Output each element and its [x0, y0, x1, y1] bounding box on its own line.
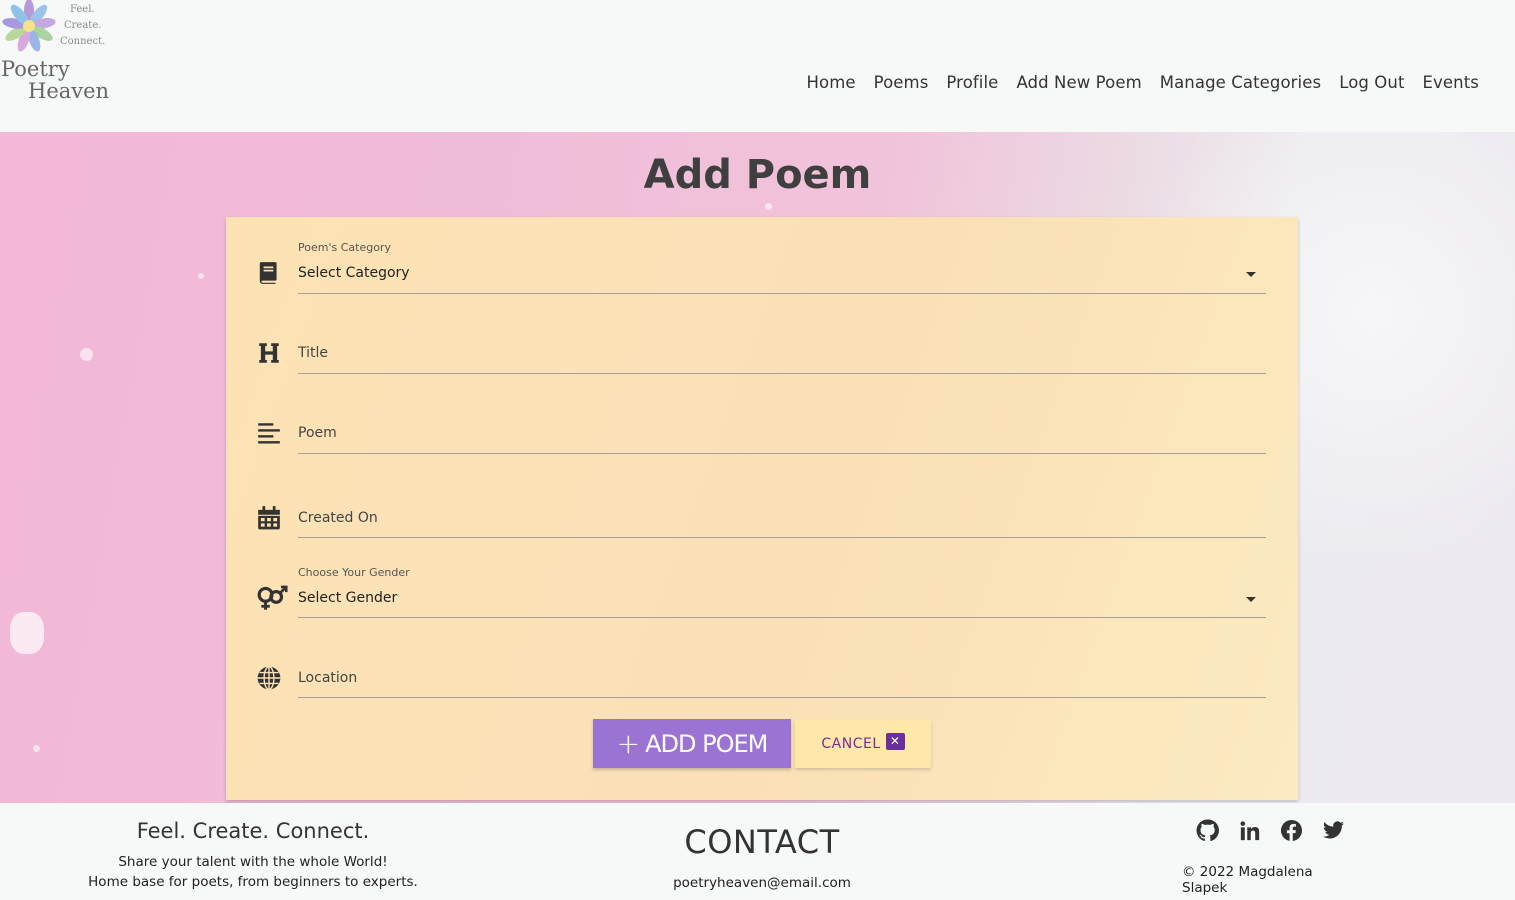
gender-icon [257, 585, 288, 610]
header: Feel. Create. Connect. Poetry Heaven Hom… [0, 0, 1515, 132]
contact-heading: CONTACT [684, 823, 840, 861]
nav-manage-categories[interactable]: Manage Categories [1160, 73, 1321, 92]
add-poem-label: ADD POEM [645, 729, 768, 758]
title-field[interactable]: Title [298, 317, 1266, 375]
align-left-icon [258, 423, 280, 444]
page-title: Add Poem [643, 152, 872, 198]
footer: Feel. Create. Connect. Share your talent… [0, 803, 1515, 900]
main-nav: Home Poems Profile Add New Poem Manage C… [789, 73, 1480, 92]
chevron-down-icon [1246, 272, 1256, 277]
cancel-label: CANCEL [821, 735, 881, 752]
flower-logo-icon [2, 0, 56, 52]
logo-title-heaven: Heaven [28, 79, 110, 103]
nav-events[interactable]: Events [1423, 73, 1479, 92]
background-dot [80, 348, 93, 361]
gender-label: Choose Your Gender [298, 566, 410, 579]
footer-description: Share your talent with the whole World! … [80, 852, 426, 892]
logo[interactable]: Feel. Create. Connect. Poetry Heaven [0, 0, 120, 110]
calendar-icon [258, 506, 280, 530]
background-dot [33, 745, 40, 752]
nav-log-out[interactable]: Log Out [1339, 73, 1404, 92]
background-dot [765, 203, 772, 210]
plus-icon: + [616, 727, 640, 760]
nav-add-new-poem[interactable]: Add New Poem [1016, 73, 1141, 92]
poem-field[interactable]: Poem [298, 397, 1266, 455]
category-label: Poem's Category [298, 241, 391, 254]
facebook-icon[interactable] [1278, 817, 1305, 844]
book-icon [259, 262, 277, 284]
footer-slogan: Feel. Create. Connect. [136, 819, 370, 843]
poem-placeholder: Poem [298, 425, 337, 441]
logo-tagline-connect: Connect. [60, 36, 106, 47]
copyright-text: © 2022 Magdalena Slapek [1182, 864, 1313, 896]
category-select[interactable]: Poem's Category Select Category [298, 237, 1266, 295]
nav-home[interactable]: Home [807, 73, 856, 92]
location-placeholder: Location [298, 670, 358, 686]
globe-icon [257, 665, 281, 691]
add-poem-button[interactable]: + ADD POEM [593, 719, 791, 768]
location-field[interactable]: Location [298, 642, 1266, 700]
main-content: Add Poem Poem's Category Select Category… [0, 132, 1515, 803]
footer-line-2: Home base for poets, from beginners to e… [88, 874, 418, 890]
background-petal [10, 612, 44, 654]
logo-tagline-create: Create. [64, 20, 102, 31]
close-icon: ✕ [885, 732, 905, 750]
footer-about: Feel. Create. Connect. Share your talent… [80, 819, 426, 892]
footer-contact: CONTACT poetryheaven@email.com [600, 823, 924, 891]
nav-profile[interactable]: Profile [946, 73, 998, 92]
footer-social: © 2022 Magdalena Slapek [1180, 817, 1360, 896]
category-value: Select Category [298, 265, 410, 281]
chevron-down-icon [1246, 597, 1256, 602]
title-placeholder: Title [298, 345, 329, 361]
logo-tagline-feel: Feel. [70, 4, 95, 15]
heading-icon [259, 343, 279, 363]
github-icon[interactable] [1194, 817, 1221, 844]
add-poem-form: Poem's Category Select Category Title Po… [226, 217, 1298, 800]
cancel-button[interactable]: CANCEL ✕ [795, 719, 931, 768]
created-on-field[interactable]: Created On [298, 482, 1266, 540]
gender-select[interactable]: Choose Your Gender Select Gender [298, 562, 1266, 620]
linkedin-icon[interactable] [1236, 817, 1263, 844]
background-dot [198, 273, 204, 279]
created-on-placeholder: Created On [298, 510, 378, 526]
gender-value: Select Gender [298, 590, 398, 606]
logo-title-poetry: Poetry [1, 57, 70, 81]
nav-poems[interactable]: Poems [874, 73, 929, 92]
contact-email[interactable]: poetryheaven@email.com [600, 875, 924, 891]
twitter-icon[interactable] [1320, 817, 1347, 844]
footer-line-1: Share your talent with the whole World! [118, 854, 388, 870]
